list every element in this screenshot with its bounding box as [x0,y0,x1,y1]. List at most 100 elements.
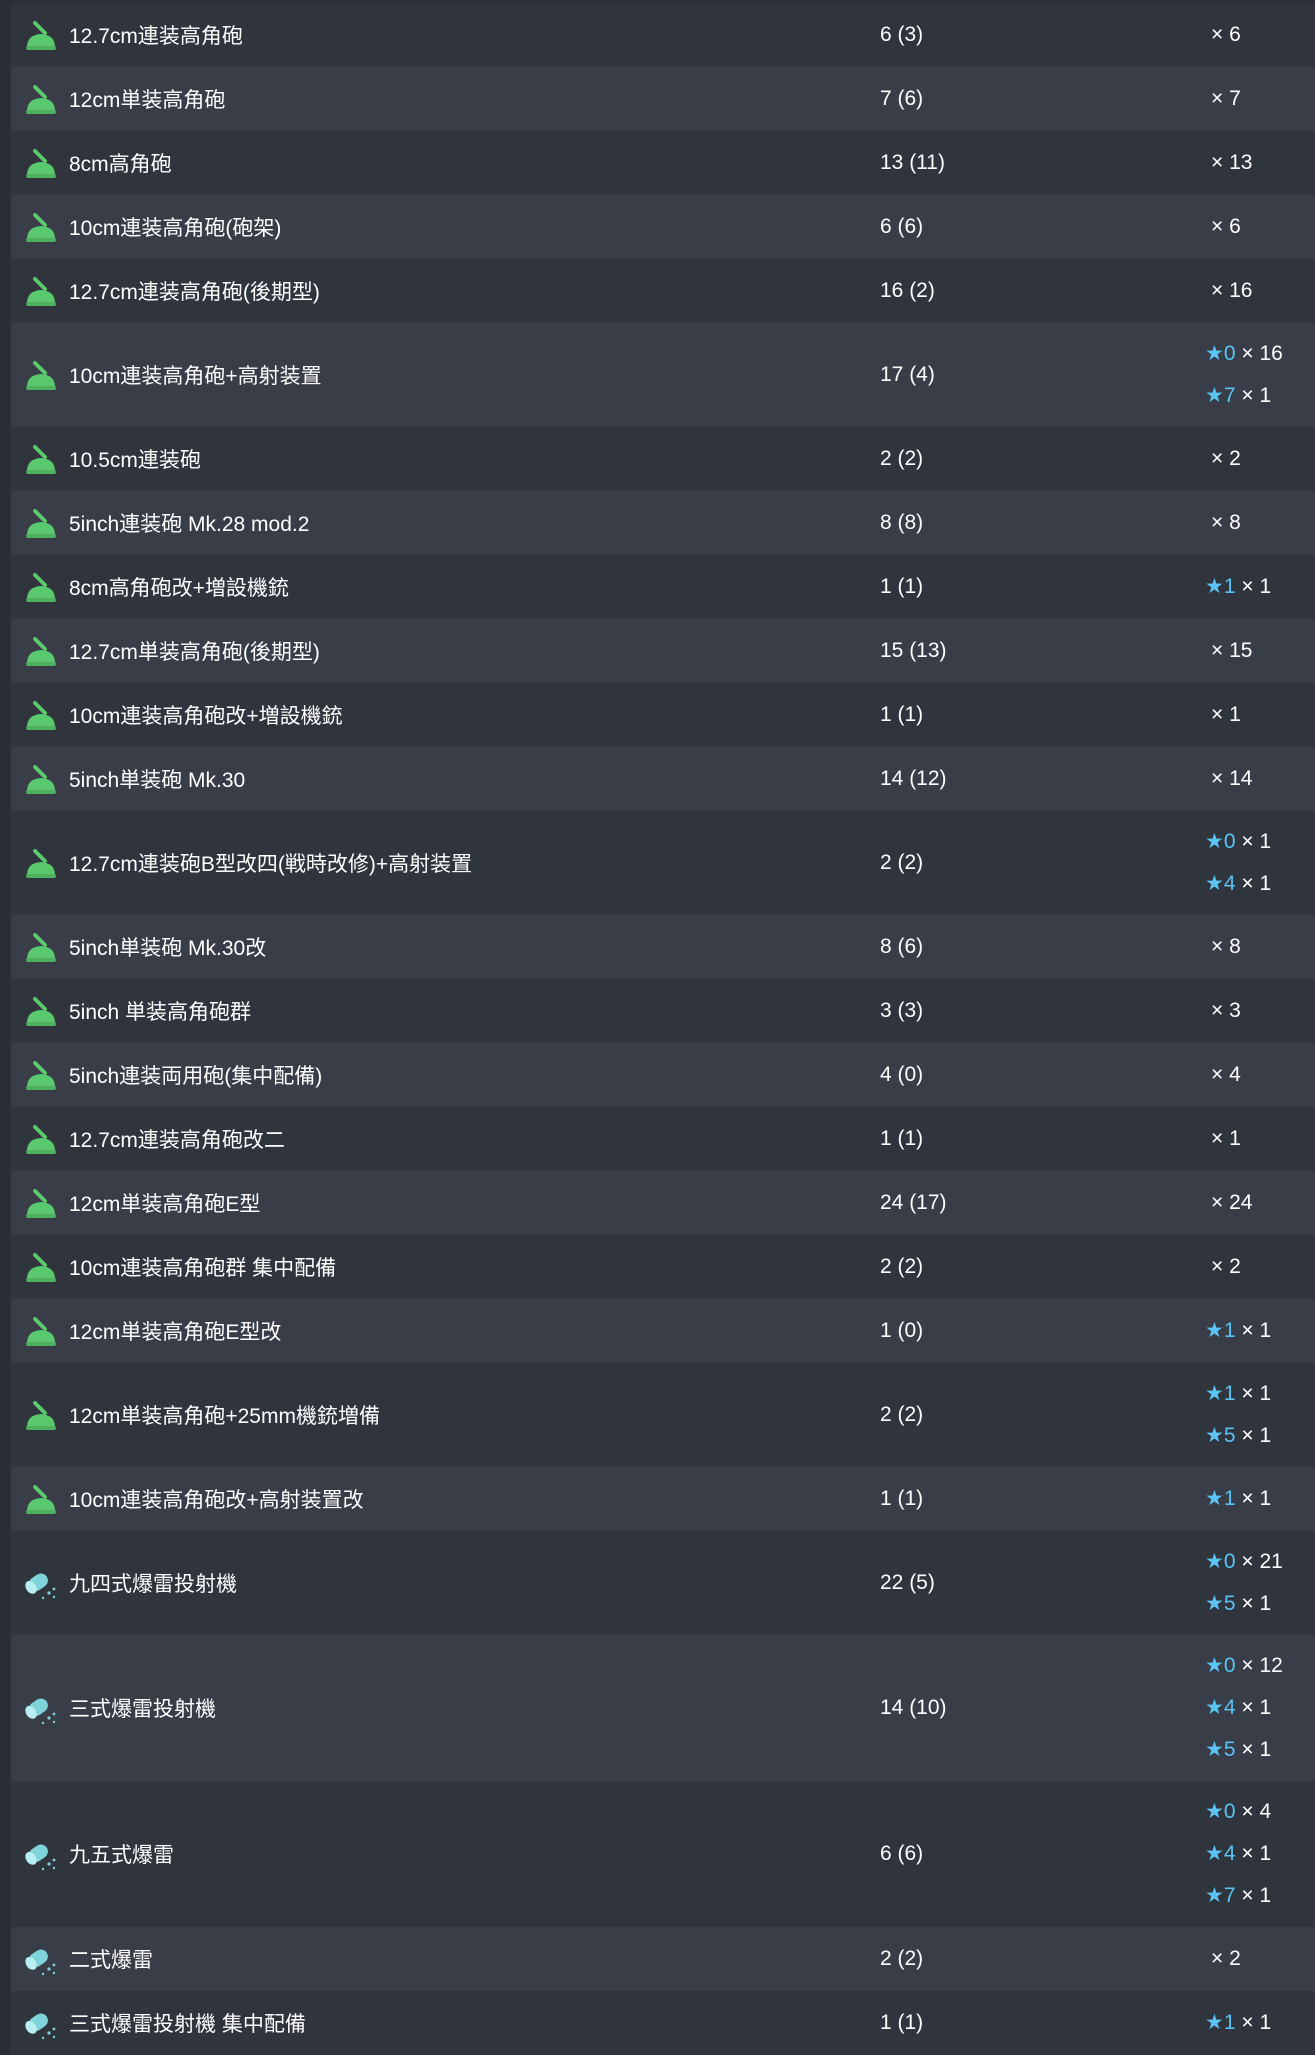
improvement-star: ★4 [1205,872,1236,895]
improvement-level-line: ★7 × 1 [1205,375,1315,417]
improvement-star: ★0 [1205,1654,1236,1677]
improvement-level-line: × 24 [1205,1182,1315,1224]
quantity: × 1 [1241,2011,1272,2034]
improvement-star: ★1 [1205,575,1236,598]
improvement-levels: × 2 [1205,1236,1315,1298]
equipment-name-cell: 5inch単装砲 Mk.30改 [11,929,880,965]
equipment-name: 10cm連装高角砲改+高射装置改 [69,1489,364,1512]
equipment-count: 16 (2) [880,279,935,302]
table-row: 10cm連装高角砲+高射装置 17 (4) ★0 × 16 ★7 × 1 [11,323,1315,427]
improvement-levels: ★0 × 4 ★4 × 1 ★7 × 1 [1205,1781,1315,1927]
improvement-star: ★7 [1205,384,1236,407]
quantity: × 1 [1241,1592,1272,1615]
table-row: 5inch 単装高角砲群 3 (3) × 3 [11,979,1315,1043]
table-row: 12cm単装高角砲E型 24 (17) × 24 [11,1171,1315,1235]
quantity: × 14 [1211,767,1253,790]
equipment-count: 1 (0) [880,1319,924,1342]
high-angle-gun-icon [23,1481,59,1517]
equipment-name: 三式爆雷投射機 集中配備 [69,2013,306,2036]
improvement-star: ★7 [1205,1884,1236,1907]
table-row: 5inch単装砲 Mk.30 14 (12) × 14 [11,747,1315,811]
improvement-level-line: ★1 × 1 [1205,1310,1315,1352]
improvement-level-line: × 1 [1205,1118,1315,1160]
improvement-star: ★4 [1205,1696,1236,1719]
equipment-name: 12.7cm連装高角砲 [69,25,243,48]
equipment-name-cell: 5inch連装両用砲(集中配備) [11,1057,880,1093]
improvement-levels: × 1 [1205,1108,1315,1170]
table-row: 九四式爆雷投射機 22 (5) ★0 × 21 ★5 × 1 [11,1531,1315,1635]
improvement-star: ★4 [1205,1842,1236,1865]
equipment-name-cell: 12.7cm連装砲B型改四(戦時改修)+高射装置 [11,845,880,881]
high-angle-gun-icon [23,1313,59,1349]
equipment-count: 1 (1) [880,1487,924,1510]
quantity: × 12 [1241,1654,1283,1677]
equipment-name: 5inch連装両用砲(集中配備) [69,1065,323,1088]
table-row: 10cm連装高角砲群 集中配備 2 (2) × 2 [11,1235,1315,1299]
table-row: 12.7cm連装高角砲(後期型) 16 (2) × 16 [11,259,1315,323]
high-angle-gun-icon [23,505,59,541]
equipment-name-cell: 12cm単装高角砲 [11,81,880,117]
equipment-name: 10cm連装高角砲+高射装置 [69,365,322,388]
improvement-level-line: × 15 [1205,630,1315,672]
equipment-count: 15 (13) [880,639,947,662]
equipment-count: 2 (2) [880,851,924,874]
depth-charge-icon [23,1941,59,1977]
improvement-levels: × 1 [1205,684,1315,746]
equipment-count: 17 (4) [880,363,935,386]
equipment-name-cell: 12.7cm連装高角砲 [11,17,880,53]
table-row: 10.5cm連装砲 2 (2) × 2 [11,427,1315,491]
improvement-levels: ★0 × 21 ★5 × 1 [1205,1531,1315,1635]
equipment-name-cell: 10cm連装高角砲+高射装置 [11,357,880,393]
equipment-name: 5inch単装砲 Mk.30 [69,769,246,792]
table-row: 8cm高角砲 13 (11) × 13 [11,131,1315,195]
equipment-name-cell: 5inch単装砲 Mk.30 [11,761,880,797]
improvement-levels: × 7 [1205,68,1315,130]
improvement-star: ★1 [1205,2011,1236,2034]
improvement-levels: ★1 × 1 [1205,1468,1315,1530]
quantity: × 1 [1241,384,1272,407]
equipment-count: 1 (1) [880,2011,924,2034]
improvement-star: ★0 [1205,1800,1236,1823]
high-angle-gun-icon [23,1057,59,1093]
improvement-level-line: ★1 × 1 [1205,2002,1315,2044]
equipment-count: 6 (3) [880,23,924,46]
table-row: 10cm連装高角砲改+高射装置改 1 (1) ★1 × 1 [11,1467,1315,1531]
improvement-levels: × 15 [1205,620,1315,682]
quantity: × 1 [1241,1842,1272,1865]
improvement-star: ★5 [1205,1424,1236,1447]
equipment-name: 12cm単装高角砲 [69,89,226,112]
equipment-name: 三式爆雷投射機 [69,1698,216,1721]
high-angle-gun-icon [23,441,59,477]
equipment-name-cell: 12cm単装高角砲+25mm機銃増備 [11,1397,880,1433]
high-angle-gun-icon [23,1121,59,1157]
equipment-name-cell: 10cm連装高角砲改+増設機銃 [11,697,880,733]
quantity: × 1 [1241,1424,1272,1447]
equipment-count: 2 (2) [880,1403,924,1426]
improvement-star: ★0 [1205,342,1236,365]
equipment-count: 6 (6) [880,1842,924,1865]
improvement-levels: × 3 [1205,980,1315,1042]
table-row: 二式爆雷 2 (2) × 2 [11,1927,1315,1991]
improvement-level-line: × 14 [1205,758,1315,800]
quantity: × 1 [1241,1738,1272,1761]
quantity: × 1 [1241,830,1272,853]
quantity: × 8 [1211,935,1241,958]
quantity: × 13 [1211,151,1253,174]
equipment-name: 12cm単装高角砲+25mm機銃増備 [69,1405,380,1428]
high-angle-gun-icon [23,357,59,393]
improvement-levels: ★1 × 1 [1205,1992,1315,2054]
quantity: × 1 [1241,1696,1272,1719]
equipment-name: 12.7cm単装高角砲(後期型) [69,641,320,664]
improvement-levels: × 16 [1205,260,1315,322]
quantity: × 7 [1211,87,1241,110]
equipment-name-cell: 12cm単装高角砲E型 [11,1185,880,1221]
table-row: 九五式爆雷 6 (6) ★0 × 4 ★4 × 1 ★7 × 1 [11,1781,1315,1927]
equipment-name: 10.5cm連装砲 [69,449,201,472]
improvement-levels: × 24 [1205,1172,1315,1234]
depth-charge-icon [23,1690,59,1726]
improvement-level-line: × 2 [1205,1246,1315,1288]
quantity: × 6 [1211,23,1241,46]
high-angle-gun-icon [23,697,59,733]
equipment-name-cell: 12.7cm連装高角砲改二 [11,1121,880,1157]
table-row: 12cm単装高角砲+25mm機銃増備 2 (2) ★1 × 1 ★5 × 1 [11,1363,1315,1467]
